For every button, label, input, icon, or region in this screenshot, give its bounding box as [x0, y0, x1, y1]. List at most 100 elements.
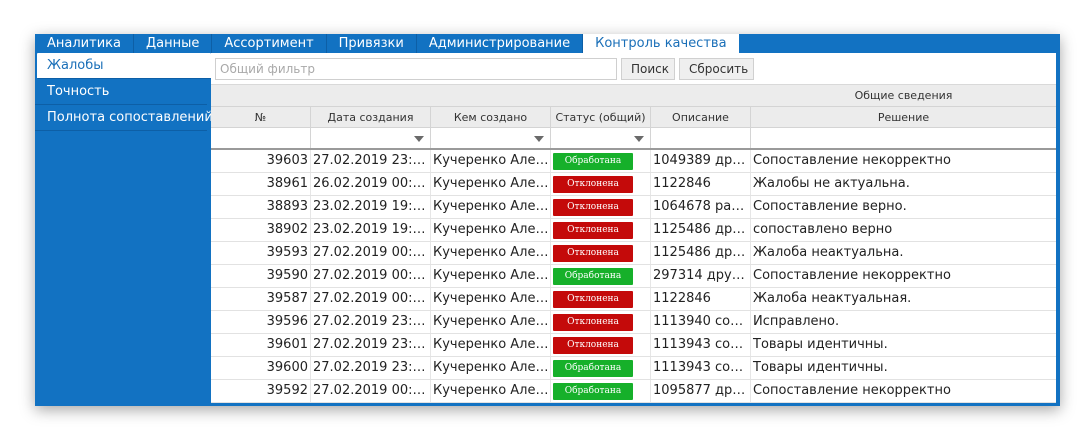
cell-status: Обработана	[551, 380, 651, 402]
table-row[interactable]: 3889323.02.2019 19:39:...Кучеренко Алек.…	[211, 196, 1056, 219]
sidebar-item-complaints[interactable]: Жалобы	[37, 53, 211, 79]
cell-status: Отклонена	[551, 288, 651, 310]
cell-status: Обработана	[551, 265, 651, 287]
cell-decision: Жалобы не актуальна.	[753, 176, 910, 191]
tab-data[interactable]: Данные	[134, 34, 213, 53]
cell-created-date: 27.02.2019 00:28:...	[311, 380, 431, 402]
search-button[interactable]: Поиск	[621, 58, 675, 80]
cell-decision: Товары идентичны.	[753, 360, 888, 375]
reset-button[interactable]: Сбросить	[679, 58, 754, 80]
status-badge: Отклонена	[553, 245, 633, 262]
cell-number: 39590	[211, 265, 311, 287]
column-header-decision[interactable]: Решение	[751, 107, 1056, 127]
cell-status: Отклонена	[551, 242, 651, 264]
status-badge: Обработана	[553, 153, 633, 170]
tab-assortment[interactable]: Ассортимент	[212, 34, 327, 53]
sidebar-item-accuracy[interactable]: Точность	[35, 79, 207, 105]
status-badge: Обработана	[553, 383, 633, 400]
cell-created-by: Кучеренко Алек...	[431, 173, 551, 195]
cell-status: Отклонена	[551, 219, 651, 241]
sidebar-item-matching-completeness[interactable]: Полнота сопоставлений	[35, 105, 213, 131]
column-header-created-date[interactable]: Дата создания	[311, 107, 431, 127]
table-row[interactable]: 3958727.02.2019 00:28:...Кучеренко Алек.…	[211, 288, 1056, 311]
cell-description: 1113943 сове...	[651, 334, 751, 356]
table-row[interactable]: 3960327.02.2019 23:09:...Кучеренко Алек.…	[211, 150, 1056, 173]
cell-created-date: 27.02.2019 00:28:...	[311, 288, 431, 310]
cell-decision: Сопоставление некорректно	[753, 153, 951, 168]
table-row[interactable]: 3959327.02.2019 00:28:...Кучеренко Алек.…	[211, 242, 1056, 265]
table-row[interactable]: 3960127.02.2019 23:09:...Кучеренко Алек.…	[211, 334, 1056, 357]
table-row[interactable]: 3890223.02.2019 19:39:...Кучеренко Алек.…	[211, 219, 1056, 242]
grid-body: 3960327.02.2019 23:09:...Кучеренко Алек.…	[211, 150, 1056, 403]
group-header-label: Общие сведения	[854, 89, 953, 102]
table-row[interactable]: 3960027.02.2019 23:09:...Кучеренко Алек.…	[211, 357, 1056, 380]
status-badge: Отклонена	[553, 199, 633, 216]
status-badge: Отклонена	[553, 314, 633, 331]
status-badge: Отклонена	[553, 222, 633, 239]
cell-created-by: Кучеренко Алек...	[431, 265, 551, 287]
description-filter-cell[interactable]	[651, 128, 751, 148]
table-row[interactable]: 3896126.02.2019 00:35:...Кучеренко Алек.…	[211, 173, 1056, 196]
cell-created-date: 23.02.2019 19:39:...	[311, 196, 431, 218]
table-row[interactable]: 3959627.02.2019 23:09:...Кучеренко Алек.…	[211, 311, 1056, 334]
app-window: Аналитика Данные Ассортимент Привязки Ад…	[35, 34, 1060, 406]
sidebar: Жалобы Точность Полнота сопоставлений	[35, 53, 213, 406]
created-by-filter-dropdown[interactable]	[431, 128, 551, 148]
cell-description: 1125486 друг...	[651, 219, 751, 241]
cell-description: 1064678 разн...	[651, 196, 751, 218]
column-header-created-by[interactable]: Кем создано	[431, 107, 551, 127]
cell-created-by: Кучеренко Алек...	[431, 357, 551, 379]
status-badge: Обработана	[553, 268, 633, 285]
cell-number: 39600	[211, 357, 311, 379]
chevron-down-icon	[634, 136, 644, 142]
tab-quality-control[interactable]: Контроль качества	[583, 34, 739, 53]
cell-description: 297314 друго...	[651, 265, 751, 287]
chevron-down-icon	[414, 136, 424, 142]
cell-created-date: 27.02.2019 00:28:...	[311, 242, 431, 264]
cell-created-by: Кучеренко Алек...	[431, 196, 551, 218]
general-filter-input[interactable]	[215, 58, 617, 80]
complaints-grid: Общие сведения № Дата создания Кем созда…	[211, 85, 1056, 403]
cell-status: Отклонена	[551, 334, 651, 356]
created-date-filter-dropdown[interactable]	[311, 128, 431, 148]
cell-description: 1122846	[651, 288, 751, 310]
cell-decision: Товары идентичны.	[753, 337, 888, 352]
cell-description: 1113940 сове...	[651, 311, 751, 333]
cell-number: 39601	[211, 334, 311, 356]
status-badge: Отклонена	[553, 291, 633, 308]
cell-decision: Сопоставление некорректно	[753, 268, 951, 283]
cell-decision: Исправлено.	[753, 314, 840, 329]
cell-description: 1122846	[651, 173, 751, 195]
cell-status: Обработана	[551, 150, 651, 172]
cell-number: 39592	[211, 380, 311, 402]
cell-decision: сопоставлено верно	[753, 222, 893, 237]
cell-description: 1125486 друг...	[651, 242, 751, 264]
cell-number: 39587	[211, 288, 311, 310]
column-header-number[interactable]: №	[211, 107, 311, 127]
column-header-status[interactable]: Статус (общий)	[551, 107, 651, 127]
cell-decision: Жалоба неактуальная.	[753, 291, 912, 306]
cell-number: 38902	[211, 219, 311, 241]
cell-created-date: 27.02.2019 23:09:...	[311, 311, 431, 333]
cell-number: 39596	[211, 311, 311, 333]
status-filter-dropdown[interactable]	[551, 128, 651, 148]
tab-analytics[interactable]: Аналитика	[35, 34, 134, 53]
cell-created-date: 27.02.2019 23:09:...	[311, 150, 431, 172]
status-badge: Отклонена	[553, 337, 633, 354]
table-row[interactable]: 3959027.02.2019 00:28:...Кучеренко Алек.…	[211, 265, 1056, 288]
cell-number: 38893	[211, 196, 311, 218]
column-header-description[interactable]: Описание	[651, 107, 751, 127]
status-badge: Отклонена	[553, 176, 633, 193]
number-filter-cell[interactable]	[211, 128, 311, 148]
tab-bindings[interactable]: Привязки	[327, 34, 417, 53]
cell-number: 39593	[211, 242, 311, 264]
cell-created-by: Кучеренко Алек...	[431, 380, 551, 402]
tab-administration[interactable]: Администрирование	[417, 34, 584, 53]
table-row[interactable]: 3959227.02.2019 00:28:...Кучеренко Алек.…	[211, 380, 1056, 403]
cell-description: 1049389 друг...	[651, 150, 751, 172]
main-panel: Поиск Сбросить Общие сведения № Дата соз…	[211, 53, 1056, 403]
cell-decision: Жалоба неактуальна.	[753, 245, 904, 260]
decision-filter-cell[interactable]	[751, 128, 1056, 148]
cell-created-by: Кучеренко Алек...	[431, 150, 551, 172]
cell-created-by: Кучеренко Алек...	[431, 311, 551, 333]
